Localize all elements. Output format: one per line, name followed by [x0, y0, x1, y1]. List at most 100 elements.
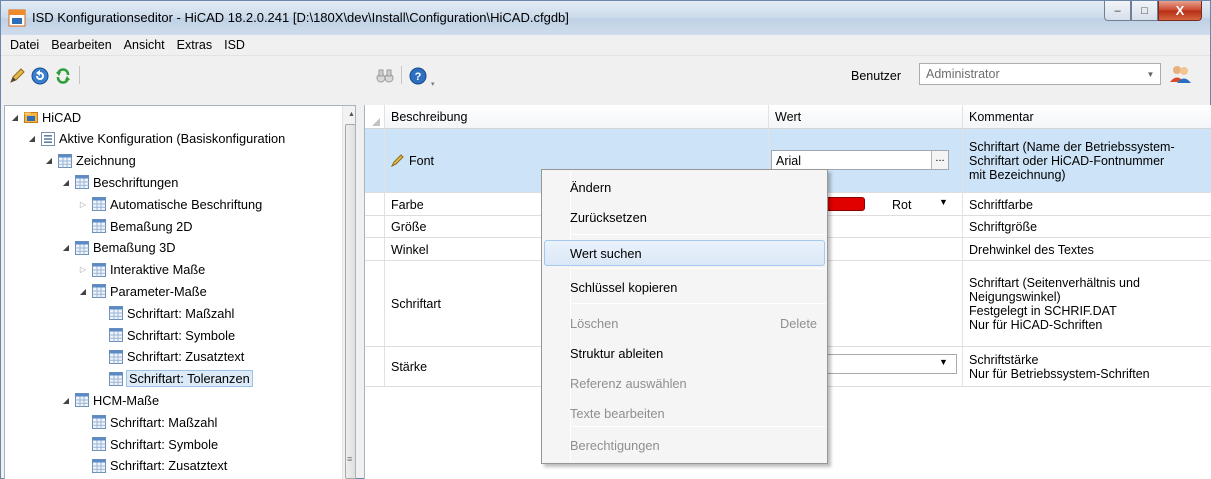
- toolbar-grip-icon[interactable]: ▾: [431, 80, 439, 88]
- farbe-value: Rot: [892, 198, 912, 212]
- tree-item[interactable]: Schriftart: Maßzahl: [77, 412, 217, 432]
- row-header[interactable]: [365, 193, 385, 215]
- tree-scrollbar[interactable]: ▲ ≡: [342, 106, 355, 479]
- pencil-icon[interactable]: [7, 66, 27, 86]
- chevron-down-icon[interactable]: ▼: [1144, 68, 1157, 81]
- context-menu-item: Löschen Delete: [544, 310, 825, 336]
- collapse-arrow-icon[interactable]: ◢: [77, 287, 89, 296]
- scroll-grip-icon: ≡: [347, 454, 353, 464]
- browse-button[interactable]: ...: [931, 151, 948, 169]
- cell-kommentar: Schriftstärke Nur für Betriebssystem-Schr…: [963, 347, 1211, 386]
- table-icon: [92, 415, 106, 430]
- menu-separator: [572, 303, 826, 304]
- row-header[interactable]: [365, 261, 385, 346]
- help-icon[interactable]: ?: [408, 66, 428, 86]
- collapse-arrow-icon[interactable]: ◢: [60, 178, 72, 187]
- context-menu-item[interactable]: Wert suchen: [544, 240, 825, 266]
- tree-item-label: Schriftart: Symbole: [110, 436, 219, 452]
- app-icon: [8, 9, 26, 27]
- tree-item[interactable]: ◢ Bemaßung 3D: [60, 238, 176, 258]
- header-wert[interactable]: Wert: [769, 105, 963, 129]
- benutzer-label: Benutzer: [851, 69, 902, 83]
- tree-item[interactable]: ▷ Automatische Beschriftung: [77, 194, 262, 214]
- users-icon[interactable]: [1168, 62, 1194, 86]
- menu-ansicht[interactable]: Ansicht: [118, 35, 171, 55]
- chevron-down-icon[interactable]: ▼: [939, 357, 948, 367]
- binoculars-icon[interactable]: [375, 66, 395, 86]
- scroll-up-icon[interactable]: ▲: [343, 106, 355, 123]
- row-header[interactable]: [365, 347, 385, 386]
- collapse-arrow-icon[interactable]: ◢: [26, 134, 38, 143]
- staerke-select[interactable]: [817, 354, 957, 374]
- context-menu-label: Schlüssel kopieren: [570, 280, 678, 295]
- table-icon: [92, 219, 106, 233]
- kommentar-line: mit Bezeichnung): [969, 168, 1066, 182]
- context-menu-item[interactable]: Struktur ableiten: [544, 340, 825, 366]
- context-menu-item[interactable]: Schlüssel kopieren: [544, 274, 825, 300]
- cell-kommentar: Schriftfarbe: [963, 193, 1211, 215]
- tree-item[interactable]: Bemaßung 2D: [77, 216, 193, 236]
- beschreibung-text: Größe: [391, 220, 427, 234]
- menu-bearbeiten[interactable]: Bearbeiten: [45, 35, 117, 55]
- expand-arrow-icon[interactable]: ▷: [77, 265, 89, 274]
- tree-item[interactable]: Schriftart: Zusatztext: [94, 347, 244, 367]
- cell-kommentar: Drehwinkel des Textes: [963, 238, 1211, 260]
- toolbar: ? ▾ Benutzer Administrator ▼: [1, 57, 1210, 103]
- tree-item[interactable]: ◢ Aktive Konfiguration (Basiskonfiguratio…: [26, 129, 285, 149]
- collapse-arrow-icon[interactable]: ◢: [43, 156, 55, 165]
- tree-item[interactable]: ◢ Zeichnung: [43, 151, 136, 171]
- benutzer-value: Administrator: [926, 67, 1000, 81]
- window-controls: – □ X: [1104, 1, 1202, 23]
- tree-item[interactable]: ◢ Beschriftungen: [60, 172, 178, 192]
- tree-item[interactable]: ◢ HiCAD: [9, 107, 81, 127]
- kommentar-line: Schriftart (Seitenverhältnis und: [969, 276, 1140, 290]
- shortcut-label: Delete: [780, 316, 817, 331]
- menu-isd[interactable]: ISD: [218, 35, 251, 55]
- kommentar-line: Schriftgröße: [969, 220, 1038, 234]
- undo-icon[interactable]: [30, 66, 50, 86]
- context-menu-label: Löschen: [570, 316, 619, 331]
- header-kommentar[interactable]: Kommentar: [963, 105, 1211, 129]
- tree-item-label: HCM-Maße: [93, 392, 160, 408]
- font-value-field[interactable]: Arial...: [771, 150, 949, 170]
- tree-item[interactable]: ◢ HCM-Maße: [60, 390, 159, 410]
- svg-text:?: ?: [415, 71, 422, 83]
- context-menu-item[interactable]: Zurücksetzen: [544, 204, 825, 230]
- context-menu-item: Referenz auswählen: [544, 370, 825, 396]
- maximize-button[interactable]: □: [1131, 1, 1158, 21]
- minimize-button[interactable]: –: [1104, 1, 1131, 21]
- row-header[interactable]: [365, 238, 385, 260]
- title-bar: ISD Konfigurationseditor - HiCAD 18.2.0.…: [1, 1, 1210, 35]
- benutzer-select[interactable]: Administrator ▼: [919, 63, 1161, 85]
- table-icon: [92, 437, 106, 451]
- tree-item[interactable]: Schriftart: Symbole: [77, 434, 218, 454]
- tree-item-label: HiCAD: [42, 109, 82, 125]
- menu-datei[interactable]: Datei: [4, 35, 45, 55]
- tree-item[interactable]: ▷ Interaktive Maße: [77, 260, 205, 280]
- tree-item[interactable]: Schriftart: Symbole: [94, 325, 235, 345]
- header-beschreibung[interactable]: Beschreibung: [385, 105, 769, 129]
- tree-item[interactable]: Schriftart: Zusatztext: [77, 456, 227, 476]
- expand-arrow-icon[interactable]: ▷: [77, 200, 89, 209]
- refresh-icon[interactable]: [53, 66, 73, 86]
- row-header[interactable]: [365, 216, 385, 237]
- collapse-arrow-icon[interactable]: ◢: [60, 243, 72, 252]
- collapse-arrow-icon[interactable]: ◢: [60, 396, 72, 405]
- collapse-arrow-icon[interactable]: ◢: [9, 113, 21, 122]
- scroll-thumb[interactable]: [345, 124, 355, 479]
- app-window: ISD Konfigurationseditor - HiCAD 18.2.0.…: [0, 0, 1211, 479]
- cell-kommentar: Schriftgröße: [963, 216, 1211, 237]
- tree-item[interactable]: Schriftart: Maßzahl: [94, 303, 234, 323]
- menu-separator: [572, 234, 826, 235]
- chevron-down-icon[interactable]: ▼: [939, 197, 948, 207]
- table-icon: [75, 240, 89, 255]
- row-header[interactable]: [365, 129, 385, 192]
- close-button[interactable]: X: [1158, 1, 1202, 21]
- tree-item-label: Schriftart: Zusatztext: [127, 349, 245, 365]
- kommentar-line: Schriftart (Name der Betriebssystem-: [969, 140, 1175, 154]
- menu-separator: [572, 268, 826, 269]
- menu-extras[interactable]: Extras: [171, 35, 218, 55]
- tree-item[interactable]: ◢ Parameter-Maße: [77, 281, 207, 301]
- context-menu-item[interactable]: Ändern: [544, 174, 825, 200]
- tree-item[interactable]: Schriftart: Toleranzen: [94, 369, 253, 389]
